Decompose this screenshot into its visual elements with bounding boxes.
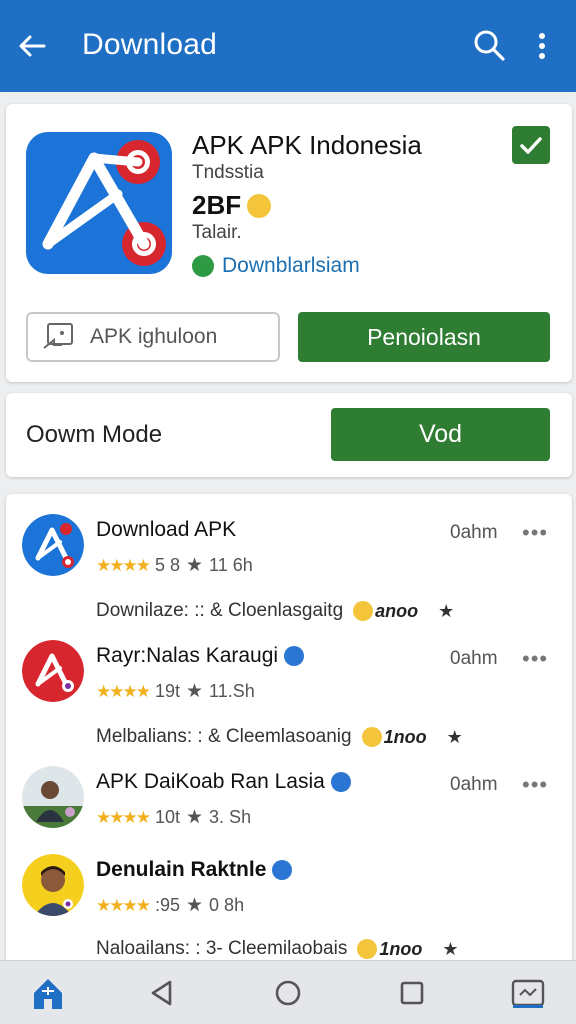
review-count: 3. Sh (209, 807, 252, 827)
item-name-text: Rayr:Nalas Karaugi (96, 644, 279, 667)
rating-stars-icon: ★★★★ (96, 555, 151, 575)
item-description: Naloailans: : 3- Cleemilaobais 1noo ★ (96, 938, 458, 960)
mode-button[interactable]: Vod (331, 408, 550, 461)
app-size-text: 2BF (192, 190, 242, 220)
rating-value: :95 (154, 895, 180, 915)
share-screen-icon (43, 323, 73, 349)
apk-outline-button-label: APK ighuloon (90, 325, 218, 348)
app-tag: Talair. (192, 222, 242, 243)
item-time: 0ahm (450, 648, 498, 669)
more-horiz-icon[interactable]: ••• (522, 646, 548, 672)
download-link-text: Downblarlsiam (222, 254, 360, 277)
search-icon[interactable] (472, 28, 506, 62)
more-vert-icon[interactable] (530, 30, 554, 62)
rating-stars-icon: ★★★★ (96, 807, 151, 827)
item-name-text: Download APK (96, 518, 237, 541)
apk-outline-button[interactable]: APK ighuloon (26, 312, 280, 362)
nav-recents-icon[interactable] (394, 975, 430, 1011)
more-horiz-icon[interactable]: ••• (522, 520, 548, 546)
star-icon[interactable]: ★ (447, 727, 463, 748)
item-rating: ★★★★ 10t ★ 3. Sh (96, 806, 251, 829)
item-rating: ★★★★ :95 ★ 0 8h (96, 894, 244, 917)
app-title: APK APK Indonesia (192, 130, 422, 160)
avatar (22, 854, 84, 916)
item-description-text: Melbalians: : & Cleemlasoanig (96, 726, 352, 747)
star-icon: ★ (186, 681, 204, 702)
mode-label: Oowm Mode (26, 421, 163, 448)
list-item[interactable]: Rayr:Nalas Karaugi ★★★★ 19t ★ 11.Sh 0ahm… (6, 620, 572, 748)
verified-icon (284, 646, 305, 666)
rating-stars-icon: ★★★★ (96, 681, 151, 701)
item-name: APK DaiKoab Ran Lasia (96, 770, 351, 794)
emoji-icon (357, 939, 378, 959)
app-size: 2BF (192, 190, 272, 221)
review-count: 11.Sh (209, 681, 255, 701)
star-icon[interactable]: ★ (442, 939, 458, 960)
primary-download-button[interactable]: Penoiolasn (298, 312, 550, 362)
bottom-navigation (0, 960, 576, 1024)
item-rating: ★★★★ 19t ★ 11.Sh (96, 680, 255, 703)
item-description-text: Naloailans: : 3- Cleemilaobais (96, 938, 348, 959)
rating-stars-icon: ★★★★ (96, 895, 151, 915)
star-icon: ★ (186, 895, 204, 916)
review-count: 0 8h (209, 895, 245, 915)
item-rating: ★★★★ 5 8 ★ 11 6h (96, 554, 253, 577)
app-logo-icon (26, 132, 172, 274)
more-horiz-icon[interactable]: ••• (522, 772, 548, 798)
list-item[interactable]: Denulain Raktnle ★★★★ :95 ★ 0 8h Naloail… (6, 834, 572, 959)
page-title: Download (82, 28, 218, 61)
item-name-text: APK DaiKoab Ran Lasia (96, 770, 325, 793)
nav-back-icon[interactable] (144, 975, 180, 1011)
nav-apps-icon[interactable] (510, 975, 546, 1011)
item-badge-text: 1noo (379, 938, 423, 959)
star-icon: ★ (186, 555, 204, 576)
app-bar: Download (0, 0, 576, 92)
verified-icon (272, 860, 293, 880)
mode-card: Oowm Mode Vod (6, 393, 572, 477)
home-icon[interactable] (30, 975, 66, 1011)
app-subtitle: Tndsstia (192, 162, 264, 183)
verified-icon (330, 772, 351, 792)
star-icon: ★ (186, 807, 204, 828)
check-badge-icon (512, 126, 550, 164)
item-name: Download APK (96, 518, 236, 542)
emoji-icon (361, 727, 382, 747)
rating-value: 10t (154, 807, 180, 827)
item-badge-text: anoo (375, 600, 419, 621)
app-list: Download APK ★★★★ 5 8 ★ 11 6h 0ahm ••• D… (6, 494, 572, 974)
back-arrow-icon[interactable] (16, 30, 48, 62)
play-icon (192, 255, 214, 277)
item-name: Rayr:Nalas Karaugi (96, 644, 305, 668)
avatar (22, 766, 84, 828)
avatar (22, 514, 84, 576)
item-badge: 1noo (361, 726, 427, 748)
star-icon[interactable]: ★ (438, 601, 454, 622)
item-name: Denulain Raktnle (96, 858, 293, 882)
item-description-text: Downilaze: :: & Cloenlasgaitg (96, 600, 344, 621)
app-info-card: APK APK Indonesia Tndsstia 2BF Talair. D… (6, 104, 572, 382)
rating-value: 5 8 (154, 555, 180, 575)
rating-value: 19t (154, 681, 180, 701)
item-badge-text: 1noo (383, 726, 427, 747)
avatar (22, 640, 84, 702)
item-badge: 1noo (357, 939, 422, 960)
item-name-text: Denulain Raktnle (96, 858, 267, 881)
item-description: Downilaze: :: & Cloenlasgaitg anoo ★ (96, 600, 454, 622)
emoji-icon (353, 601, 374, 621)
item-badge: anoo (353, 601, 418, 622)
download-link[interactable]: Downblarlsiam (192, 254, 360, 278)
item-time: 0ahm (450, 522, 498, 543)
list-item[interactable]: Download APK ★★★★ 5 8 ★ 11 6h 0ahm ••• D… (6, 494, 572, 622)
item-description: Melbalians: : & Cleemlasoanig 1noo ★ (96, 726, 463, 748)
item-time: 0ahm (450, 774, 498, 795)
review-count: 11 6h (209, 555, 253, 575)
emoji-icon (247, 193, 272, 218)
nav-home-circle-icon[interactable] (270, 975, 306, 1011)
